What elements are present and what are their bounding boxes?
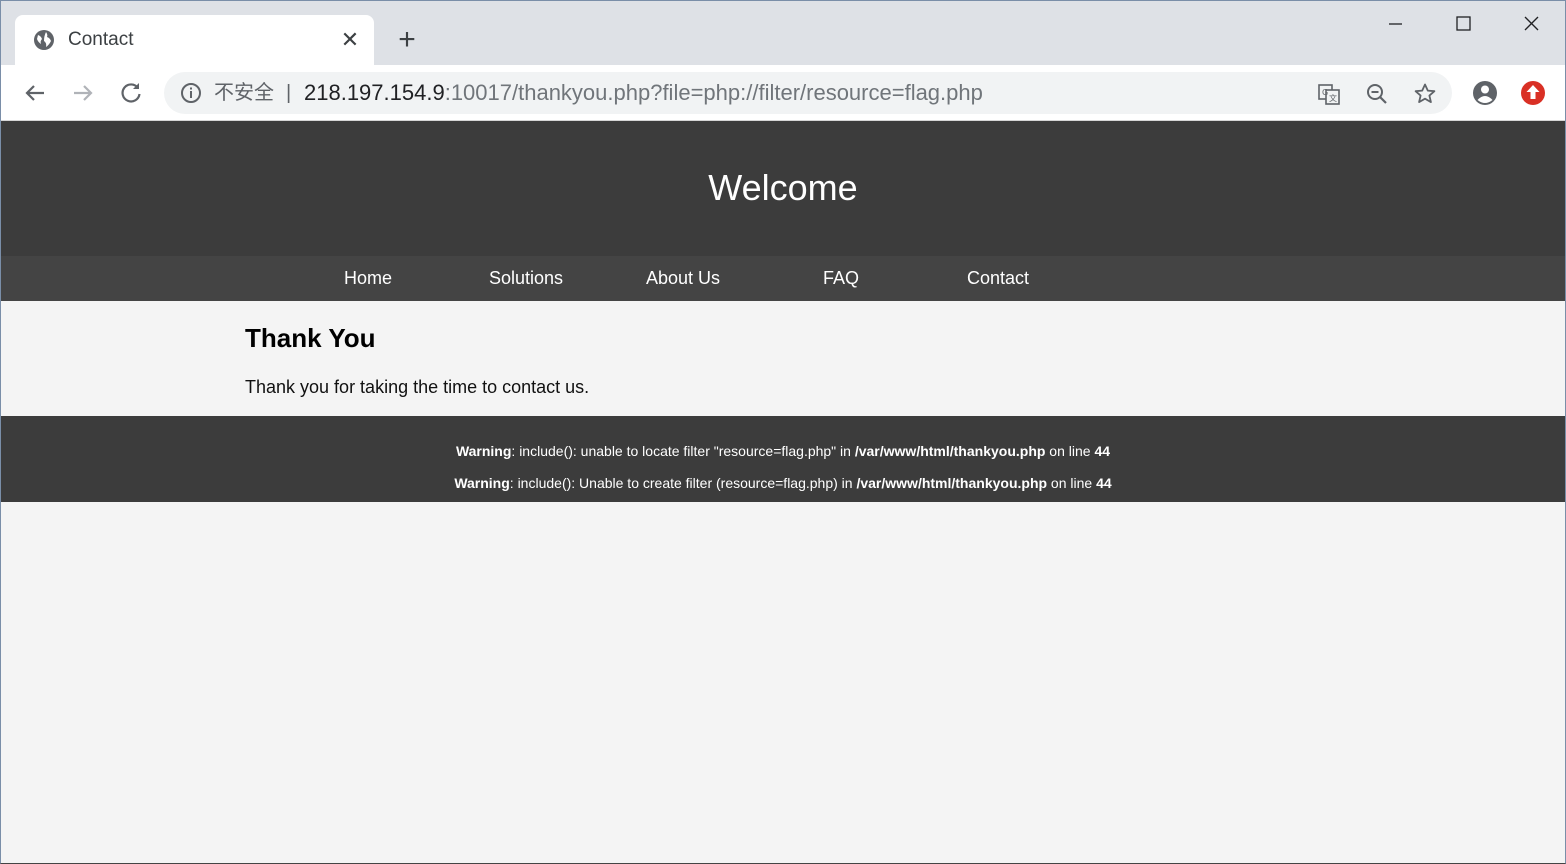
svg-text:G: G [1322,88,1328,97]
translate-icon[interactable]: G 文 [1317,82,1341,106]
url-text[interactable]: 218.197.154.9:10017/thankyou.php?file=ph… [304,80,983,106]
nav-contact[interactable]: Contact [967,268,1029,288]
warning-text: : include(): unable to locate filter "re… [511,443,855,459]
warning-text: : include(): Unable to create filter (re… [509,475,857,491]
warning-line: Warning: include(): unable to locate fil… [1,443,1565,459]
security-label[interactable]: 不安全 [214,81,274,105]
address-separator: | [286,82,292,104]
plus-icon[interactable]: + [393,25,421,55]
warning-line-number: 44 [1094,443,1111,459]
page-viewport: Welcome Home Solutions About Us FAQ Cont… [1,121,1565,863]
account-icon[interactable] [1471,79,1499,107]
page-heading: Thank You [245,323,376,353]
tab-contact[interactable]: Contact ✕ [15,15,374,65]
address-bar[interactable]: 不安全 | 218.197.154.9:10017/thankyou.php?f… [164,72,1452,114]
warning-on-line: on line [1047,475,1097,491]
forward-arrow-icon[interactable] [69,79,97,107]
update-icon[interactable] [1519,79,1547,107]
browser-toolbar: 不安全 | 218.197.154.9:10017/thankyou.php?f… [1,65,1565,121]
window-close-icon[interactable] [1511,11,1551,39]
site-nav: Home Solutions About Us FAQ Contact [1,256,1565,301]
tab-strip: Contact ✕ + [1,1,1565,65]
banner-title: Welcome [708,167,858,208]
warning-file: /var/www/html/thankyou.php [856,475,1048,491]
warning-label: Warning [455,443,512,459]
warning-label: Warning [454,475,510,491]
warning-line: Warning: include(): Unable to create fil… [1,475,1565,491]
nav-home[interactable]: Home [344,268,392,288]
warning-footer: Warning: include(): unable to locate fil… [1,416,1565,502]
warning-line-number: 44 [1096,475,1112,491]
nav-solutions[interactable]: Solutions [489,268,563,288]
globe-icon [34,30,54,50]
svg-text:文: 文 [1329,93,1337,103]
maximize-icon[interactable] [1443,11,1483,39]
back-arrow-icon[interactable] [21,79,49,107]
reload-icon[interactable] [117,79,145,107]
warning-on-line: on line [1045,443,1095,459]
minimize-icon[interactable] [1375,11,1415,39]
url-path: :10017/thankyou.php?file=php://filter/re… [444,80,983,105]
info-icon[interactable] [180,82,202,104]
zoom-out-icon[interactable] [1365,82,1389,106]
url-host: 218.197.154.9 [304,80,445,105]
thank-you-message: Thank you for taking the time to contact… [245,377,590,397]
site-banner: Welcome [1,121,1565,256]
warning-file: /var/www/html/thankyou.php [854,443,1046,459]
main-content: Thank You Thank you for taking the time … [1,301,1565,416]
browser-window: Contact ✕ + 不安全 | 218.197.154.9:10017/th… [0,0,1566,864]
tab-title: Contact [68,29,134,50]
nav-faq[interactable]: FAQ [823,268,859,288]
nav-about-us[interactable]: About Us [646,268,720,288]
star-icon[interactable] [1413,82,1437,106]
close-icon[interactable]: ✕ [340,29,360,51]
